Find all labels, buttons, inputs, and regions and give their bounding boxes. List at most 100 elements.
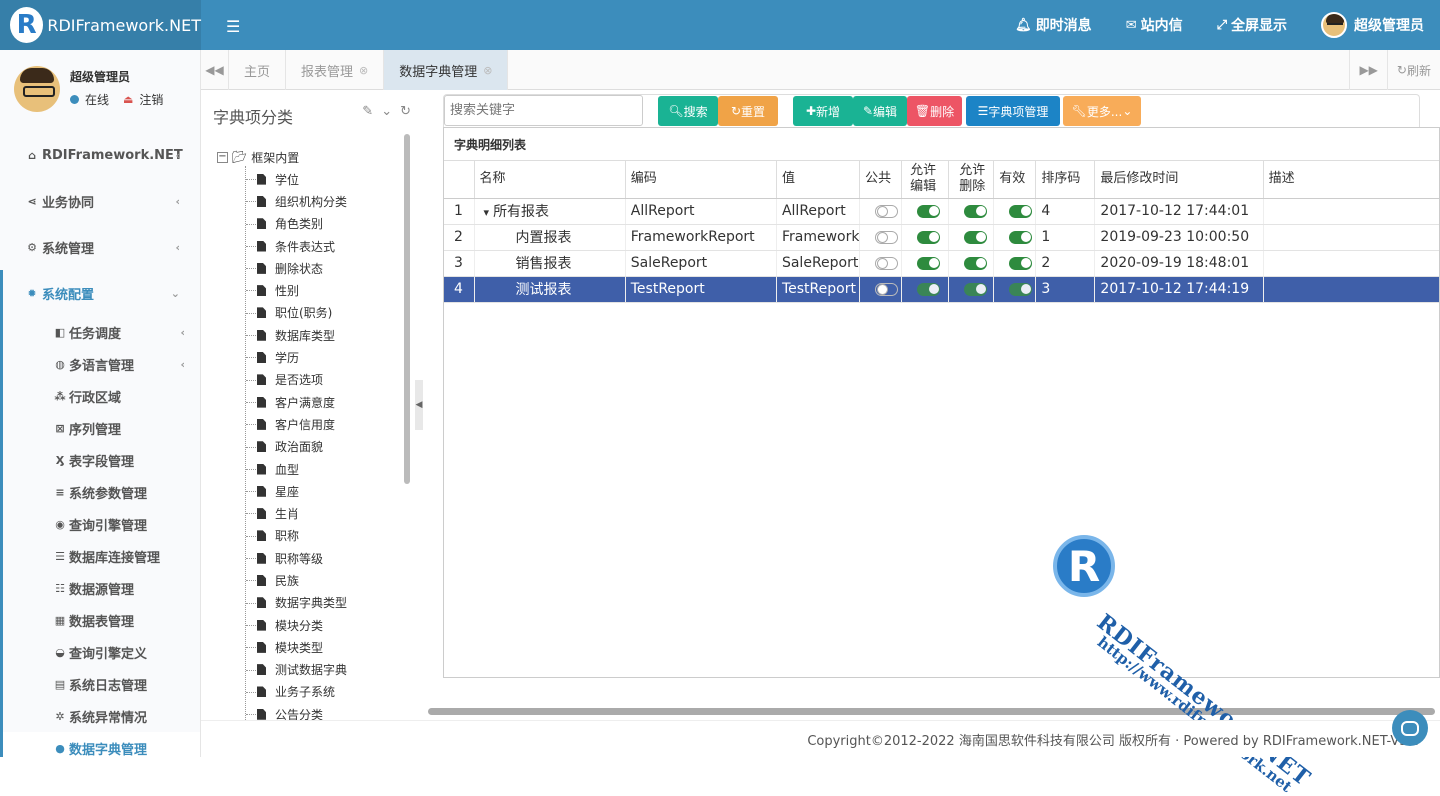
tree-root[interactable]: − 📂︎ 框架内置 (217, 146, 407, 168)
toggle-switch[interactable] (917, 230, 941, 244)
sidebar-subitem-db-conn[interactable]: ☰ 数据库连接管理 (3, 540, 200, 572)
sidebar-subitem-params[interactable]: ≡ 系统参数管理 (3, 476, 200, 508)
toggle-switch[interactable] (964, 256, 988, 270)
tree-node[interactable]: 学历 (217, 346, 407, 368)
dict-items-button[interactable]: ☰ 字典项管理 (966, 96, 1060, 126)
tree-node[interactable]: 性别 (217, 279, 407, 301)
sidebar-subitem-tables[interactable]: ▦ 数据表管理 (3, 604, 200, 636)
sidebar-subitem-region[interactable]: ⁂ 行政区域 (3, 380, 200, 412)
app-logo[interactable]: R RDIFramework.NET (0, 0, 201, 50)
sidebar-subitem-exceptions[interactable]: ✲ 系统异常情况 (3, 700, 200, 732)
toggle-switch[interactable] (964, 282, 988, 296)
horizontal-scrollbar[interactable] (428, 708, 1435, 715)
toggle-switch[interactable] (917, 204, 941, 218)
tree-node[interactable]: 星座 (217, 480, 407, 502)
toggle-switch[interactable] (875, 282, 899, 296)
column-header[interactable]: 排序码 (1035, 161, 1096, 199)
tree-node[interactable]: 生肖 (217, 502, 407, 524)
tree-node[interactable]: 客户满意度 (217, 391, 407, 413)
column-header[interactable]: 描述 (1263, 161, 1439, 199)
tree-node[interactable]: 学位 (217, 168, 407, 190)
column-header[interactable]: 最后修改时间 (1094, 161, 1264, 199)
messages-link[interactable]: 🔔︎ 即时消息 (1015, 15, 1092, 35)
sidebar-subitem-query-engine[interactable]: ◉ 查询引擎管理 (3, 508, 200, 540)
toggle-switch[interactable] (917, 282, 941, 296)
toggle-switch[interactable] (1009, 256, 1033, 270)
sidebar-item-home[interactable]: ⌂ RDIFramework.NET ‹ (0, 132, 200, 178)
close-icon[interactable]: ⊗ (483, 64, 492, 77)
toggle-switch[interactable] (964, 230, 988, 244)
sidebar-item-sysconfig[interactable]: ✹ 系统配置 ⌄ (0, 270, 200, 316)
toggle-switch[interactable] (917, 256, 941, 270)
table-row[interactable]: 2 内置报表 FrameworkReport Framework 1 2019-09-23… (444, 224, 1439, 251)
delete-button[interactable]: 🗑︎ 删除 (907, 96, 962, 126)
sidebar-subitem-sequence[interactable]: ⊠ 序列管理 (3, 412, 200, 444)
column-header[interactable]: 编码 (625, 161, 777, 199)
tree-node[interactable]: 数据库类型 (217, 324, 407, 346)
toggle-switch[interactable] (1009, 282, 1033, 296)
sidebar-subitem-logs[interactable]: ▤ 系统日志管理 (3, 668, 200, 700)
tree-node[interactable]: 测试数据字典 (217, 659, 407, 681)
tree-node[interactable]: 公告分类 (217, 703, 407, 720)
fullscreen-link[interactable]: ⤢ 全屏显示 (1217, 15, 1287, 35)
toggle-switch[interactable] (875, 230, 899, 244)
splitter-handle[interactable]: ◀ (415, 380, 423, 430)
sidebar-subitem-task[interactable]: ◧ 任务调度 ‹ (3, 316, 200, 348)
sidebar-item-sysadmin[interactable]: ⚙ 系统管理 ‹ (0, 224, 200, 270)
tree-node[interactable]: 模块类型 (217, 636, 407, 658)
logout-icon[interactable]: ⏏ (123, 93, 133, 106)
tab-home[interactable]: 主页 (229, 50, 287, 90)
tree-node[interactable]: 角色类别 (217, 213, 407, 235)
logout-link[interactable]: 注销 (139, 91, 163, 108)
table-row[interactable]: 3 销售报表 SaleReport SaleReport 2 2020-09-19 18:… (444, 250, 1439, 277)
edit-button[interactable]: ✎ 编辑 (853, 96, 907, 126)
tree-node[interactable]: 数据字典类型 (217, 592, 407, 614)
column-header[interactable]: 名称 (474, 161, 626, 199)
tree-node[interactable]: 客户信用度 (217, 413, 407, 435)
sidebar-subitem-dictionary[interactable]: ● 数据字典管理 (3, 732, 200, 757)
refresh-icon[interactable]: ↻ (400, 104, 411, 119)
tree-node[interactable]: 模块分类 (217, 614, 407, 636)
tree-node[interactable]: 业务子系统 (217, 681, 407, 703)
tree-node[interactable]: 血型 (217, 458, 407, 480)
reset-button[interactable]: ↻ 重置 (718, 96, 778, 126)
tab-reports[interactable]: 报表管理 ⊗ (286, 50, 385, 90)
tree-node[interactable]: 职称等级 (217, 547, 407, 569)
toggle-switch[interactable] (1009, 230, 1033, 244)
toggle-switch[interactable] (1009, 204, 1033, 218)
tree-node[interactable]: 职称 (217, 525, 407, 547)
refresh-button[interactable]: ↻ 刷新 (1386, 50, 1440, 90)
user-menu[interactable]: 超级管理员 (1321, 12, 1424, 38)
sidebar-item-collab[interactable]: ⋖ 业务协同 ‹ (0, 178, 200, 224)
chat-icon[interactable] (1392, 710, 1428, 746)
tree-node[interactable]: 民族 (217, 569, 407, 591)
toggle-switch[interactable] (964, 204, 988, 218)
column-header[interactable]: 允许编辑 (901, 161, 950, 199)
sidebar-subitem-datasource[interactable]: ☷ 数据源管理 (3, 572, 200, 604)
tab-scroll-left-icon[interactable]: ◀◀ (201, 50, 229, 90)
expand-caret-icon[interactable]: ▾ (484, 206, 490, 219)
tree-node[interactable]: 政治面貌 (217, 436, 407, 458)
add-button[interactable]: ✚ 新增 (793, 96, 853, 126)
tree-node[interactable]: 删除状态 (217, 257, 407, 279)
sidebar-subitem-fields[interactable]: Ӽ 表字段管理 (3, 444, 200, 476)
tab-dictionary[interactable]: 数据字典管理 ⊗ (384, 50, 509, 90)
table-row[interactable]: 1 ▾ 所有报表 AllReport AllReport 4 2017-10-12 17:4… (444, 198, 1439, 225)
toggle-switch[interactable] (875, 256, 899, 270)
close-icon[interactable]: ⊗ (359, 64, 368, 77)
column-header[interactable]: 公共 (859, 161, 903, 199)
tab-scroll-right-icon[interactable]: ▶▶ (1349, 50, 1386, 90)
menu-toggle-icon[interactable]: ☰ (226, 17, 240, 36)
collapse-icon[interactable]: − (217, 151, 228, 163)
tree-node[interactable]: 条件表达式 (217, 235, 407, 257)
search-button[interactable]: 🔍︎ 搜索 (658, 96, 718, 126)
more-button[interactable]: 🔧︎ 更多... ⌄ (1063, 96, 1141, 126)
tree-node[interactable]: 职位(职务) (217, 302, 407, 324)
chevron-down-icon[interactable]: ⌄ (381, 104, 392, 119)
column-header[interactable]: 允许删除 (948, 161, 995, 199)
edit-icon[interactable]: ✎ (362, 104, 373, 119)
inbox-link[interactable]: ✉ 站内信 (1126, 15, 1183, 35)
tree-node[interactable]: 组织机构分类 (217, 190, 407, 212)
sidebar-subitem-query-def[interactable]: ◒ 查询引擎定义 (3, 636, 200, 668)
column-header[interactable]: 有效 (993, 161, 1037, 199)
